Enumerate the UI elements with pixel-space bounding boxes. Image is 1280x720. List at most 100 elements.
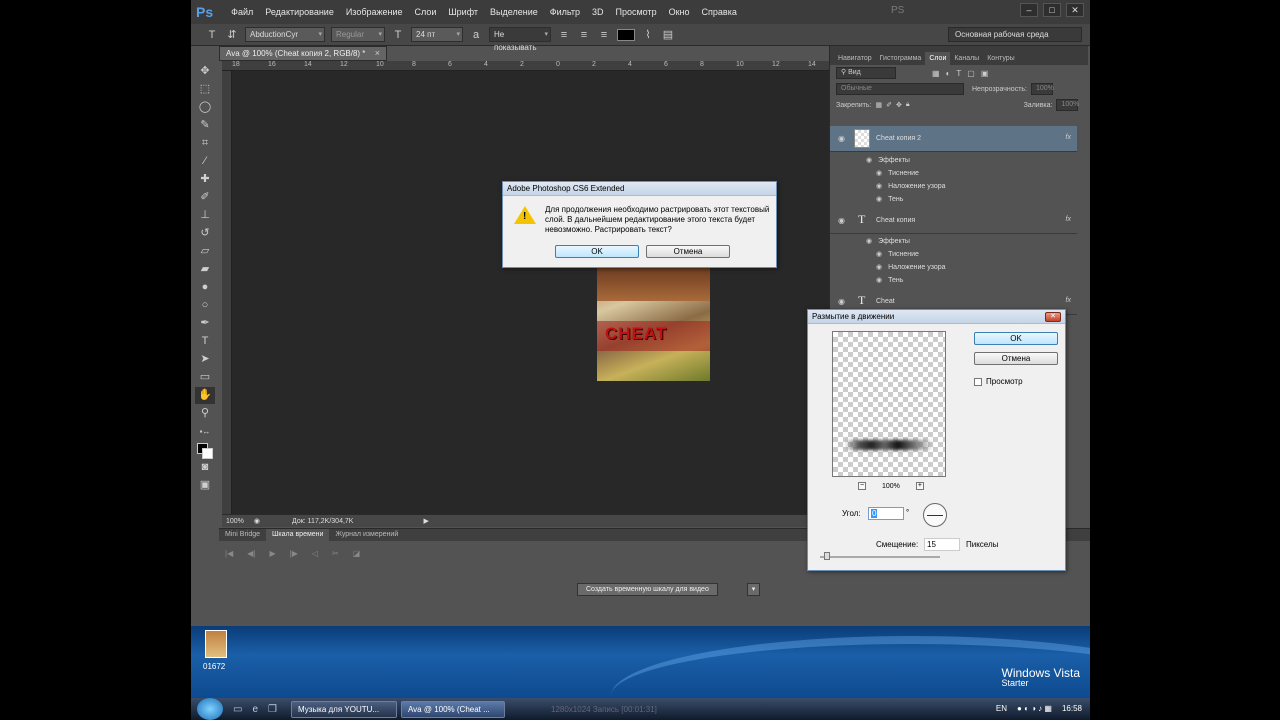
status-icon[interactable]: ◉ (254, 517, 260, 525)
taskbar-item-photoshop[interactable]: Ava @ 100% (Cheat ... (400, 700, 505, 718)
menu-layers[interactable]: Слои (409, 7, 443, 17)
layer-row[interactable]: ◉ Cheat копия 2 fx (830, 126, 1077, 152)
eye-icon[interactable]: ◉ (876, 264, 882, 271)
filter-shape-icon[interactable]: ▢ (967, 69, 975, 78)
create-video-timeline-button[interactable]: Создать временную шкалу для видео (577, 583, 718, 596)
gradient-tool-icon[interactable]: ▰ (195, 261, 215, 278)
fill-field[interactable]: 100% (1056, 99, 1079, 111)
shape-tool-icon[interactable]: ▭ (195, 369, 215, 386)
document-image[interactable]: CHEAT (597, 266, 710, 381)
font-family-select[interactable]: AbductionCyr (245, 27, 325, 42)
toggle-orientation-icon[interactable]: ⇵ (225, 28, 239, 41)
crop-tool-icon[interactable]: ⌗ (195, 135, 215, 152)
eye-icon[interactable]: ◉ (838, 216, 845, 225)
go-first-frame-icon[interactable]: |◀ (225, 549, 233, 558)
default-colors-icon[interactable]: ▪↔ (195, 423, 215, 440)
fx-icon[interactable]: fx (1066, 134, 1071, 141)
menu-window[interactable]: Окно (663, 7, 696, 17)
eye-icon[interactable]: ◉ (838, 297, 845, 306)
eye-icon[interactable]: ◉ (876, 196, 882, 203)
align-left-icon[interactable]: ≡ (557, 29, 571, 41)
start-button[interactable] (197, 698, 223, 720)
eye-icon[interactable]: ◉ (866, 157, 872, 164)
marquee-tool-icon[interactable]: ⬚ (195, 81, 215, 98)
taskbar-item-music[interactable]: Музыка для YOUTU... (290, 700, 397, 718)
lasso-tool-icon[interactable]: ◯ (195, 99, 215, 116)
preview-checkbox[interactable] (974, 377, 982, 386)
eye-icon[interactable]: ◉ (876, 183, 882, 190)
path-select-tool-icon[interactable]: ➤ (195, 351, 215, 368)
clone-stamp-tool-icon[interactable]: ⊥ (195, 207, 215, 224)
type-tool-icon[interactable]: T (195, 333, 215, 350)
screen-mode-icon[interactable]: ▣ (195, 477, 215, 494)
eye-icon[interactable]: ◉ (838, 134, 845, 143)
layer-row[interactable]: ◉ T Cheat копия fx (830, 208, 1077, 234)
ok-button[interactable]: OK (974, 332, 1058, 345)
tab-mini-bridge[interactable]: Mini Bridge (219, 529, 266, 541)
cancel-button[interactable]: Отмена (974, 352, 1058, 365)
hand-tool-icon[interactable]: ✋ (195, 387, 215, 404)
offset-field[interactable]: 15 (924, 538, 960, 551)
prev-frame-icon[interactable]: ◀| (247, 549, 255, 558)
effects-row[interactable]: ◉ Эффекты (866, 156, 910, 164)
move-tool-icon[interactable]: ✥ (195, 63, 215, 80)
play-icon[interactable]: ▶ (269, 549, 275, 558)
close-button[interactable]: ✕ (1066, 3, 1084, 17)
font-style-select[interactable]: Regular (331, 27, 385, 42)
quick-select-tool-icon[interactable]: ✎ (195, 117, 215, 134)
angle-field[interactable]: 0 (868, 507, 904, 520)
font-size-select[interactable]: 24 пт (411, 27, 463, 42)
tab-timeline[interactable]: Шкала времени (266, 529, 330, 541)
close-tab-icon[interactable]: × (375, 47, 380, 60)
ie-icon[interactable]: e (252, 704, 258, 715)
blend-mode-select[interactable]: Обычные (836, 83, 964, 95)
offset-slider-thumb[interactable] (824, 552, 830, 560)
tab-layers[interactable]: Слои (925, 52, 951, 65)
status-arrow-icon[interactable]: ▶ (423, 517, 428, 525)
effects-row[interactable]: ◉ Эффекты (866, 237, 910, 245)
cancel-button[interactable]: Отмена (646, 245, 730, 258)
zoom-tool-icon[interactable]: ⚲ (195, 405, 215, 422)
menu-edit[interactable]: Редактирование (259, 7, 340, 17)
next-frame-icon[interactable]: |▶ (290, 549, 298, 558)
fx-icon[interactable]: fx (1066, 297, 1071, 304)
eye-icon[interactable]: ◉ (876, 251, 882, 258)
document-tab[interactable]: Ava @ 100% (Cheat копия 2, RGB/8) * × (219, 46, 387, 61)
effect-row[interactable]: ◉ Наложение узора (876, 182, 946, 190)
antialias-select[interactable]: Не показывать (489, 27, 551, 52)
transition-icon[interactable]: ◪ (353, 549, 361, 558)
menu-type[interactable]: Шрифт (442, 7, 484, 17)
filter-adjustment-icon[interactable]: ◐ (946, 69, 951, 78)
filter-pixel-icon[interactable]: ▦ (932, 69, 940, 78)
language-indicator[interactable]: EN (996, 704, 1007, 713)
effect-row[interactable]: ◉ Тень (876, 276, 903, 284)
zoom-out-icon[interactable]: − (858, 482, 866, 490)
close-icon[interactable]: ✕ (1045, 312, 1061, 322)
split-icon[interactable]: ✂ (332, 549, 339, 558)
text-color-swatch[interactable] (617, 28, 635, 41)
timeline-mode-dropdown[interactable]: ▾ (747, 583, 760, 596)
align-center-icon[interactable]: ≡ (577, 29, 591, 41)
zoom-level[interactable]: 100% (226, 518, 244, 525)
lock-transparent-icon[interactable]: ▦ (875, 101, 882, 109)
character-panel-icon[interactable]: ▤ (661, 28, 675, 41)
maximize-button[interactable]: □ (1043, 3, 1061, 17)
lock-position-icon[interactable]: ✥ (896, 101, 902, 109)
effect-row[interactable]: ◉ Наложение узора (876, 263, 946, 271)
lock-pixels-icon[interactable]: ✐ (886, 101, 892, 109)
tray-icons[interactable]: ● ◐ ◑ ♪ ▦ (1017, 704, 1052, 713)
menu-filter[interactable]: Фильтр (544, 7, 586, 17)
audio-icon[interactable]: ◁ (312, 549, 318, 558)
type-tool-icon[interactable]: T (205, 29, 219, 41)
blur-tool-icon[interactable]: ● (195, 279, 215, 296)
ok-button[interactable]: OK (555, 245, 639, 258)
dodge-tool-icon[interactable]: ○ (195, 297, 215, 314)
layer-kind-filter[interactable]: ⚲ Вид (836, 67, 896, 79)
healing-brush-tool-icon[interactable]: ✚ (195, 171, 215, 188)
fx-icon[interactable]: fx (1066, 216, 1071, 223)
angle-dial[interactable] (923, 503, 947, 527)
clock[interactable]: 16:58 (1062, 704, 1082, 713)
menu-3d[interactable]: 3D (586, 7, 610, 17)
tab-histogram[interactable]: Гистограмма (876, 55, 926, 65)
tab-measurement-log[interactable]: Журнал измерений (329, 529, 404, 541)
